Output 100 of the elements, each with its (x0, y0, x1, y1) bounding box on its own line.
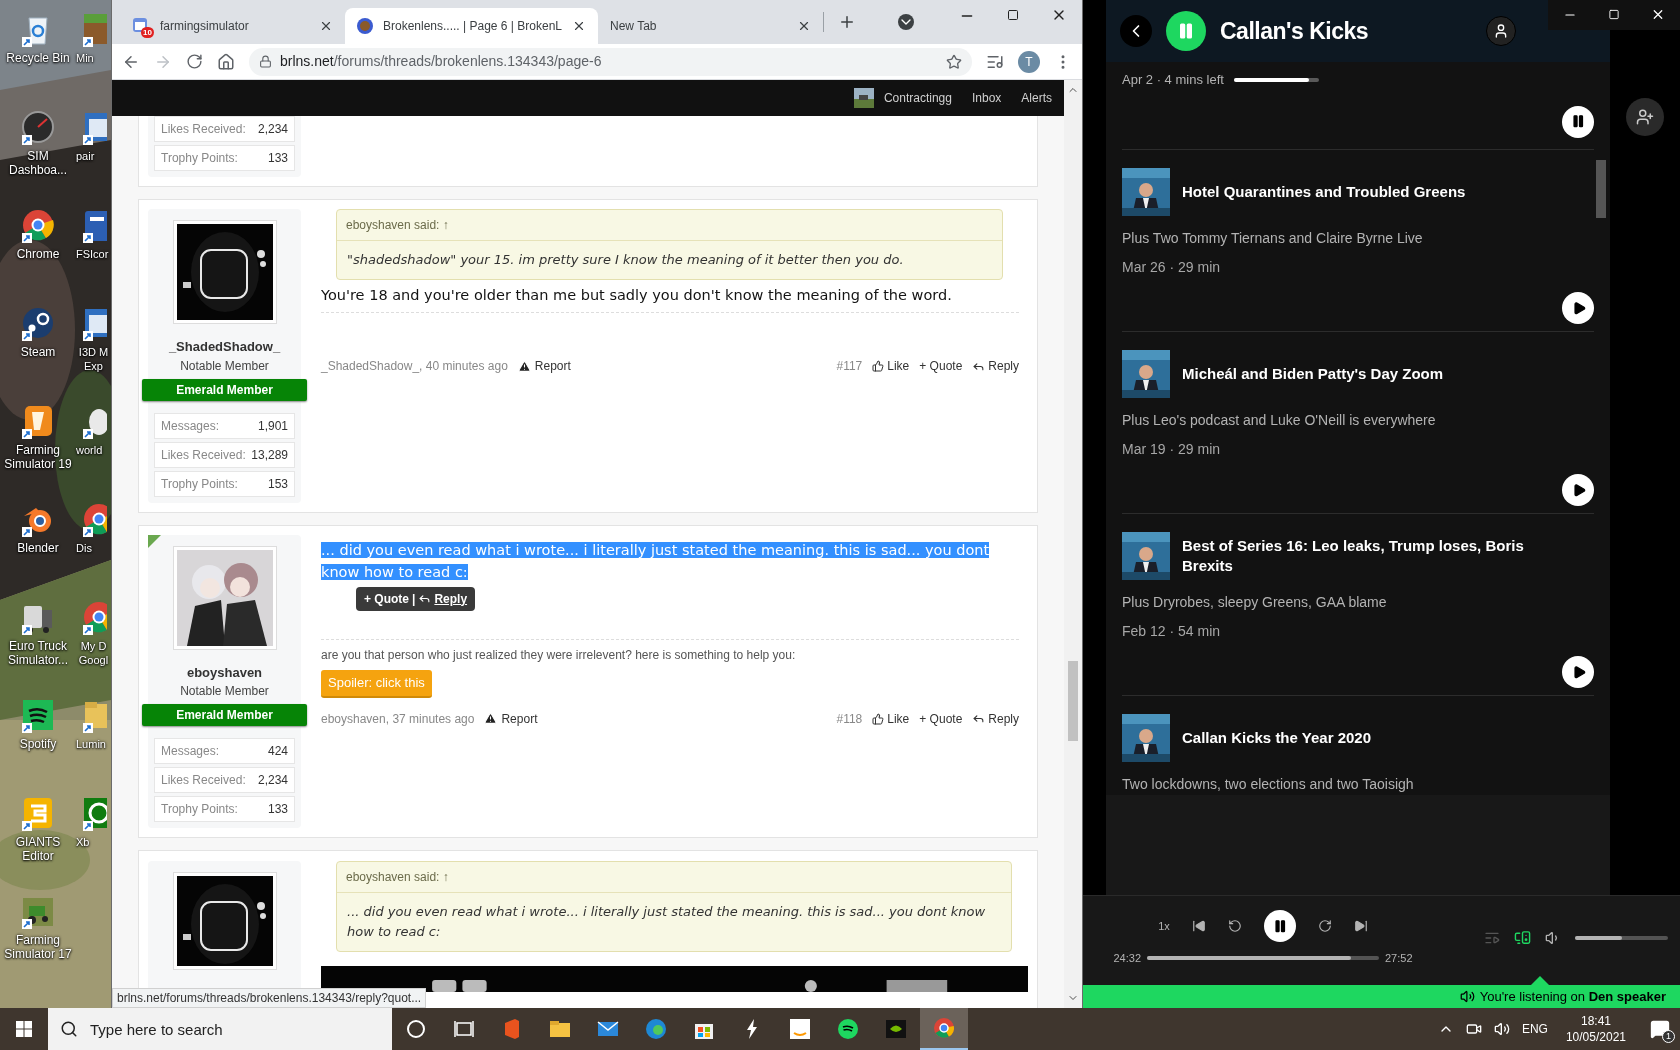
icon-label[interactable]: world (76, 443, 103, 457)
author-line[interactable]: eboyshaven, 37 minutes ago (321, 709, 475, 728)
playback-speed[interactable]: 1x (1158, 917, 1170, 935)
volume-track[interactable] (1575, 935, 1668, 940)
icon-label[interactable]: Steam (20, 345, 56, 359)
episode-play-button[interactable] (1562, 105, 1594, 138)
round-logo-icon[interactable] (20, 306, 56, 342)
thumbs-up-icon[interactable] (872, 360, 885, 372)
post-action[interactable]: Reply (988, 357, 1019, 375)
nav-link[interactable]: Alerts (1021, 89, 1052, 107)
music-logo-icon[interactable] (836, 1017, 860, 1041)
gauge-icon[interactable] (20, 110, 56, 146)
bookmark-star-icon[interactable] (946, 53, 962, 70)
icon-label[interactable]: Dis (76, 541, 92, 555)
language-indicator[interactable]: ENG (1521, 1020, 1548, 1038)
user-button[interactable] (1486, 16, 1516, 46)
episode-title[interactable]: Hotel Quarantines and Troubled Greens (1182, 182, 1526, 202)
quote-author[interactable]: eboyshaven said: ↑ (337, 210, 1002, 241)
tab-title[interactable]: Brokenlens..... | Page 6 | BrokenL (383, 17, 562, 35)
back-button[interactable] (1120, 15, 1152, 47)
play-pause-button[interactable] (1166, 11, 1206, 51)
rewind-icon[interactable] (1227, 919, 1242, 933)
username[interactable]: _ShadedShadow_ (154, 337, 295, 357)
tile-logo-icon[interactable] (80, 796, 107, 832)
nav-link[interactable]: Contractingg (883, 89, 952, 107)
search-field[interactable]: Type here to search (48, 1008, 392, 1050)
post-action[interactable]: Like (887, 357, 910, 375)
next-icon[interactable] (1353, 919, 1368, 933)
window-icon[interactable] (80, 110, 107, 146)
scrollbar-thumb[interactable] (1068, 661, 1078, 741)
play-icon[interactable] (1571, 300, 1587, 316)
pause-icon[interactable] (1570, 114, 1586, 129)
tab-title[interactable]: farmingsimulator (160, 17, 309, 35)
document-icon[interactable] (80, 208, 107, 244)
post-action[interactable]: Like (887, 709, 910, 728)
reply-icon[interactable] (972, 712, 986, 725)
window-icon[interactable] (80, 306, 107, 342)
add-user-icon[interactable] (1636, 108, 1654, 126)
close-icon[interactable] (319, 19, 333, 33)
icon-label[interactable]: Farming Simulator 19 (0, 443, 76, 471)
report-link[interactable]: Report (501, 709, 538, 728)
episode-title[interactable]: Callan Kicks the Year 2020 (1182, 728, 1431, 748)
warning-icon[interactable] (484, 712, 498, 725)
icon-label[interactable]: Chrome (16, 247, 60, 261)
reply-link[interactable]: Reply (434, 589, 468, 608)
home-icon[interactable] (217, 52, 235, 71)
post-action[interactable]: Reply (988, 709, 1019, 728)
reload-icon[interactable] (186, 53, 203, 70)
tab-search-icon[interactable] (898, 14, 914, 30)
episode-play-button[interactable] (1562, 656, 1594, 688)
previous-icon[interactable] (1191, 919, 1206, 933)
round-logo-icon[interactable] (20, 208, 56, 244)
player-play-button[interactable] (1263, 910, 1296, 942)
episode-play-button[interactable] (1562, 292, 1594, 324)
close-icon[interactable] (572, 19, 586, 33)
fast-forward-icon[interactable] (1317, 919, 1332, 933)
camera-icon[interactable] (1465, 1021, 1482, 1037)
warning-icon[interactable] (517, 359, 531, 373)
volume-icon[interactable] (1493, 1021, 1510, 1037)
circle-icon[interactable] (404, 1017, 428, 1041)
scrollbar-thumb[interactable] (1596, 160, 1606, 218)
play-icon[interactable] (1571, 482, 1587, 498)
icon-label[interactable]: Min (76, 51, 94, 65)
episode-title[interactable]: Best of Series 16: Leo leaks, Trump loses, Boris Brexits (1182, 536, 1594, 576)
reply-icon[interactable] (418, 592, 432, 605)
author-line[interactable]: _ShadedShadow_, 40 minutes ago (321, 357, 508, 375)
icon-label[interactable]: Blender (17, 541, 59, 555)
quote-author[interactable]: eboyshaven said: ↑ (337, 862, 1011, 893)
start-icon[interactable] (16, 1021, 32, 1037)
block-icon[interactable] (80, 12, 107, 48)
post-action[interactable]: + Quote (919, 709, 963, 728)
tab-title[interactable]: New Tab (610, 17, 787, 35)
episode-play-button[interactable] (1562, 474, 1594, 506)
shopping-logo-icon[interactable] (788, 1017, 812, 1041)
icon-label[interactable]: My D Googl (76, 639, 111, 667)
post-number[interactable]: #118 (836, 709, 863, 728)
browser-logo-icon[interactable] (644, 1017, 668, 1041)
devices-icon[interactable] (1514, 929, 1531, 946)
clock[interactable]: 18:41 10/05/2021 (1559, 1013, 1632, 1045)
eye-logo-icon[interactable] (884, 1017, 908, 1041)
post-action[interactable]: + Quote (919, 357, 963, 375)
url-text[interactable]: brlns.net/forums/threads/brokenlens.134343/page-6 (280, 51, 938, 72)
close-icon[interactable] (797, 19, 811, 33)
icon-label[interactable]: I3D M Exp (76, 345, 111, 373)
pause-icon[interactable] (1272, 918, 1288, 934)
icon-label[interactable]: Recycle Bin (6, 51, 70, 65)
play-icon[interactable] (1571, 664, 1587, 680)
user-icon[interactable] (1493, 23, 1509, 39)
nav-link[interactable]: Inbox (971, 89, 1002, 107)
episode-title[interactable]: Micheál and Biden Patty's Day Zoom (1182, 364, 1504, 384)
icon-label[interactable]: Euro Truck Simulator... (0, 639, 76, 667)
quote-link[interactable]: + Quote (364, 589, 409, 608)
add-friend-button[interactable] (1626, 98, 1664, 136)
thumbs-up-icon[interactable] (872, 712, 885, 725)
username[interactable]: eboyshaven (154, 662, 295, 682)
browser-tab[interactable]: Brokenlens..... | Page 6 | BrokenL (345, 8, 598, 44)
icon-label[interactable]: FSIcor (76, 247, 109, 261)
address-bar[interactable]: brlns.net/forums/threads/brokenlens.134343/page-6 (249, 47, 972, 76)
icon-label[interactable]: pair (76, 149, 95, 163)
post-number[interactable]: #117 (836, 357, 863, 375)
